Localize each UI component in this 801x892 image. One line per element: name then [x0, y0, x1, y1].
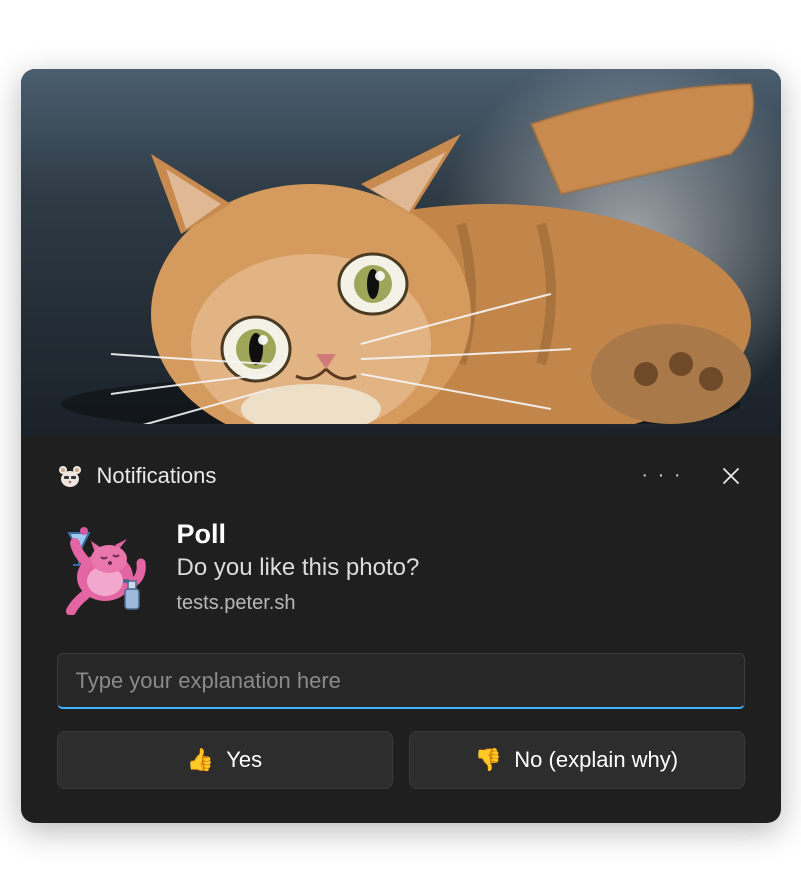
- action-buttons: 👍 Yes 👎 No (explain why): [21, 709, 781, 823]
- toast-header: Notifications · · ·: [21, 436, 781, 493]
- no-button[interactable]: 👎 No (explain why): [409, 731, 745, 789]
- notification-attribution: tests.peter.sh: [177, 592, 745, 615]
- thumbs-up-icon: 👍: [187, 749, 214, 771]
- notification-subtitle: Do you like this photo?: [177, 554, 745, 582]
- hero-image: [21, 69, 781, 436]
- yes-button[interactable]: 👍 Yes: [57, 731, 393, 789]
- thumbs-down-icon: 👎: [475, 749, 502, 771]
- avatar-icon: [57, 519, 153, 615]
- app-icon: [57, 463, 83, 489]
- close-button[interactable]: [717, 462, 745, 490]
- reply-row: [21, 623, 781, 709]
- toast-body: Poll Do you like this photo? tests.peter…: [21, 493, 781, 623]
- no-label: No (explain why): [514, 747, 678, 773]
- header-title: Notifications: [97, 463, 622, 489]
- reply-input[interactable]: [57, 653, 745, 709]
- close-icon: [721, 466, 741, 486]
- yes-label: Yes: [226, 747, 262, 773]
- notification-toast: Notifications · · ·: [21, 69, 781, 823]
- cat-photo: [31, 69, 771, 424]
- notification-title: Poll: [177, 519, 745, 550]
- more-button[interactable]: · · ·: [635, 458, 688, 493]
